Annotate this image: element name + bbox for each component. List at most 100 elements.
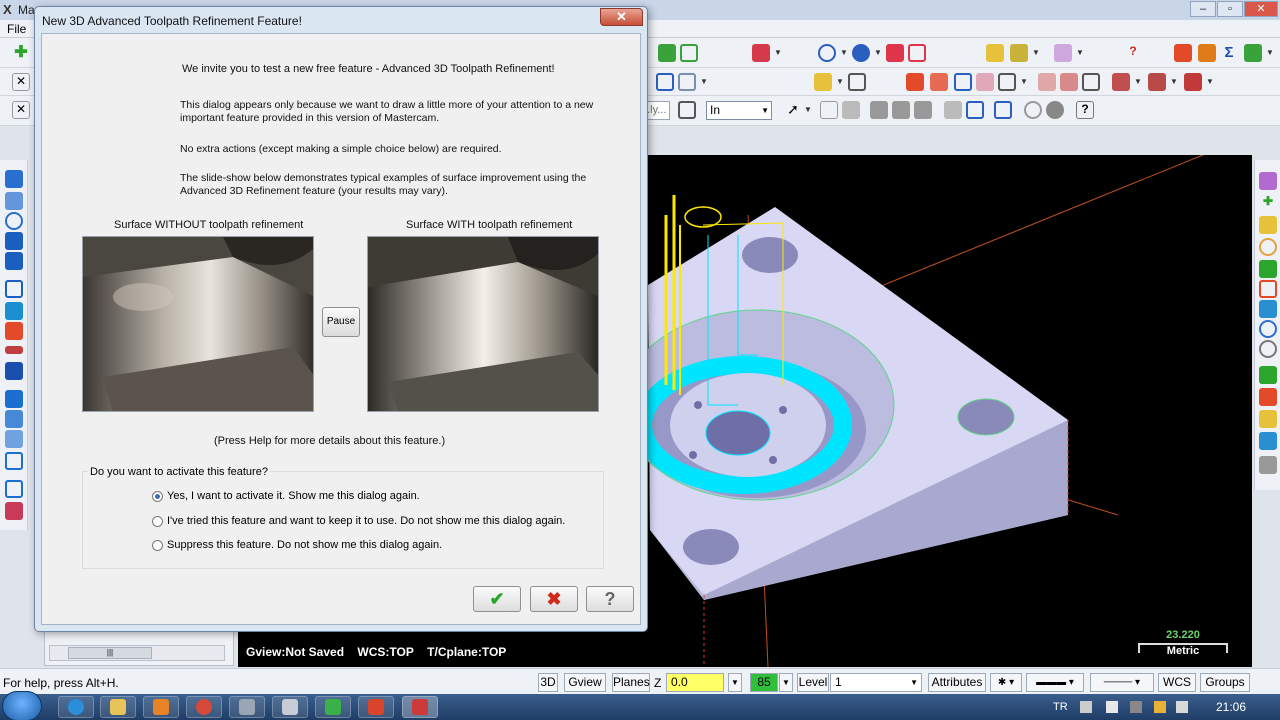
taskbar-camtasia[interactable] <box>315 696 351 718</box>
eraser-icon[interactable] <box>976 73 994 91</box>
box-icon[interactable] <box>752 44 770 62</box>
taskbar-recorder[interactable] <box>358 696 394 718</box>
shade-1-icon[interactable] <box>870 101 888 119</box>
document-icon[interactable] <box>954 73 972 91</box>
tray-language[interactable]: TR <box>1053 701 1068 713</box>
taskbar-chrome[interactable] <box>186 696 222 718</box>
maximize-icon[interactable]: ▫ <box>1217 1 1243 17</box>
solid-cube-icon[interactable] <box>658 44 676 62</box>
layers-icon[interactable] <box>5 452 23 470</box>
taskbar-app[interactable] <box>229 696 265 718</box>
sweep-icon[interactable] <box>5 502 23 520</box>
close-op-icon[interactable]: ✕ <box>12 101 30 119</box>
line-icon[interactable] <box>5 192 23 210</box>
cancel-op-icon[interactable]: ✕ <box>12 73 30 91</box>
rotate-view-icon[interactable] <box>5 430 23 448</box>
attributes-button[interactable]: Attributes <box>928 673 986 692</box>
wcs-button[interactable]: WCS <box>1158 673 1196 692</box>
tray-clock[interactable]: 21:06 <box>1216 700 1246 714</box>
verify-icon[interactable] <box>1148 73 1166 91</box>
level-icon[interactable] <box>1259 388 1277 406</box>
plus-icon[interactable]: ✚ <box>1259 194 1277 212</box>
arrow-down-icon[interactable] <box>5 232 23 250</box>
analyze-icon[interactable]: ? <box>1124 44 1142 62</box>
color-icon[interactable] <box>1259 366 1277 384</box>
solid-tools-icon[interactable] <box>886 44 904 62</box>
attribute-icon[interactable] <box>1259 410 1277 428</box>
unit-select[interactable]: In ▼ <box>706 101 772 120</box>
power-icon[interactable] <box>1154 701 1166 713</box>
ring-icon[interactable] <box>1259 238 1277 256</box>
help-button[interactable]: ? <box>586 586 634 612</box>
surface-icon[interactable] <box>5 280 23 298</box>
sphere-icon[interactable] <box>852 44 870 62</box>
analyze-entity-icon[interactable] <box>1259 172 1277 190</box>
groups-button[interactable]: Groups <box>1200 673 1250 692</box>
radio-keep[interactable] <box>152 516 163 527</box>
tool-icon[interactable] <box>848 73 866 91</box>
mirror-icon[interactable] <box>1038 73 1056 91</box>
offset-icon[interactable] <box>5 390 23 408</box>
rotate-icon[interactable] <box>1060 73 1078 91</box>
taskbar-app2[interactable] <box>272 696 308 718</box>
project-icon[interactable] <box>5 410 23 428</box>
menu-file[interactable]: File <box>7 22 26 36</box>
flag-icon[interactable] <box>1106 701 1118 713</box>
post-icon[interactable] <box>1184 73 1202 91</box>
sigma-icon[interactable]: Σ <box>1220 44 1238 62</box>
xform-icon[interactable] <box>5 362 23 380</box>
trim-icon[interactable] <box>5 322 23 340</box>
scrollbar-thumb[interactable]: ||| <box>68 647 152 659</box>
transform-icon[interactable] <box>1054 44 1072 62</box>
solid-shade-icon[interactable] <box>1259 300 1277 318</box>
tray-arrow-icon[interactable] <box>1080 701 1092 713</box>
pencil-icon[interactable] <box>986 44 1004 62</box>
dialog-close-button[interactable]: ✕ <box>600 8 643 26</box>
app-close-icon[interactable]: ✕ <box>1244 1 1278 17</box>
minimize-icon[interactable]: – <box>1190 1 1216 17</box>
radio-suppress[interactable] <box>152 540 163 551</box>
pointer-icon[interactable]: ➚ <box>784 101 802 119</box>
shape-tools-icon[interactable] <box>908 44 926 62</box>
shade-6-icon[interactable] <box>994 101 1012 119</box>
point-style-icon[interactable]: ✱ ▾ <box>990 673 1022 692</box>
color-input[interactable]: 85 <box>750 673 778 692</box>
stock-icon[interactable] <box>1112 73 1130 91</box>
wire-cube-icon[interactable] <box>680 44 698 62</box>
planes-button[interactable]: Planes <box>612 673 650 692</box>
taskbar-mastercam[interactable] <box>402 696 438 718</box>
add-icon[interactable]: ✚ <box>12 44 30 62</box>
select-solid-icon[interactable] <box>842 101 860 119</box>
curve-icon[interactable] <box>1259 260 1277 278</box>
layout-icon[interactable] <box>678 73 696 91</box>
select-window-icon[interactable] <box>820 101 838 119</box>
start-button[interactable] <box>2 691 42 720</box>
shade-2-icon[interactable] <box>892 101 910 119</box>
color-dropdown-icon[interactable]: ▼ <box>779 673 793 692</box>
circle-icon[interactable] <box>1046 101 1064 119</box>
3d-button[interactable]: 3D <box>538 673 558 692</box>
z-depth-input[interactable]: 0.0 <box>666 673 724 692</box>
help-toolbar-icon[interactable]: ? <box>1076 101 1094 119</box>
taskbar-media[interactable] <box>143 696 179 718</box>
rectangle-icon[interactable] <box>5 252 23 270</box>
z-dropdown-icon[interactable]: ▼ <box>728 673 742 692</box>
gview-button[interactable]: Gview <box>564 673 606 692</box>
volume-icon[interactable] <box>1176 701 1188 713</box>
grid-icon[interactable] <box>5 480 23 498</box>
line-width-select[interactable]: ──── ▾ <box>1090 673 1154 692</box>
drafting-icon[interactable] <box>1198 44 1216 62</box>
table-icon[interactable] <box>906 73 924 91</box>
light-icon[interactable] <box>814 73 832 91</box>
settings-icon[interactable] <box>998 73 1016 91</box>
dimension-icon[interactable] <box>1174 44 1192 62</box>
break-icon[interactable] <box>5 346 23 354</box>
solid-extrude-icon[interactable] <box>5 302 23 320</box>
list-icon[interactable] <box>930 73 948 91</box>
gear-icon[interactable] <box>1259 320 1277 338</box>
line-style-select[interactable]: ▬▬▬ ▾ <box>1026 673 1084 692</box>
arc-icon[interactable] <box>5 212 23 230</box>
no-entry-icon[interactable] <box>1259 340 1277 358</box>
level-button[interactable]: Level <box>797 673 829 692</box>
cancel-button[interactable]: ✖ <box>530 586 578 612</box>
